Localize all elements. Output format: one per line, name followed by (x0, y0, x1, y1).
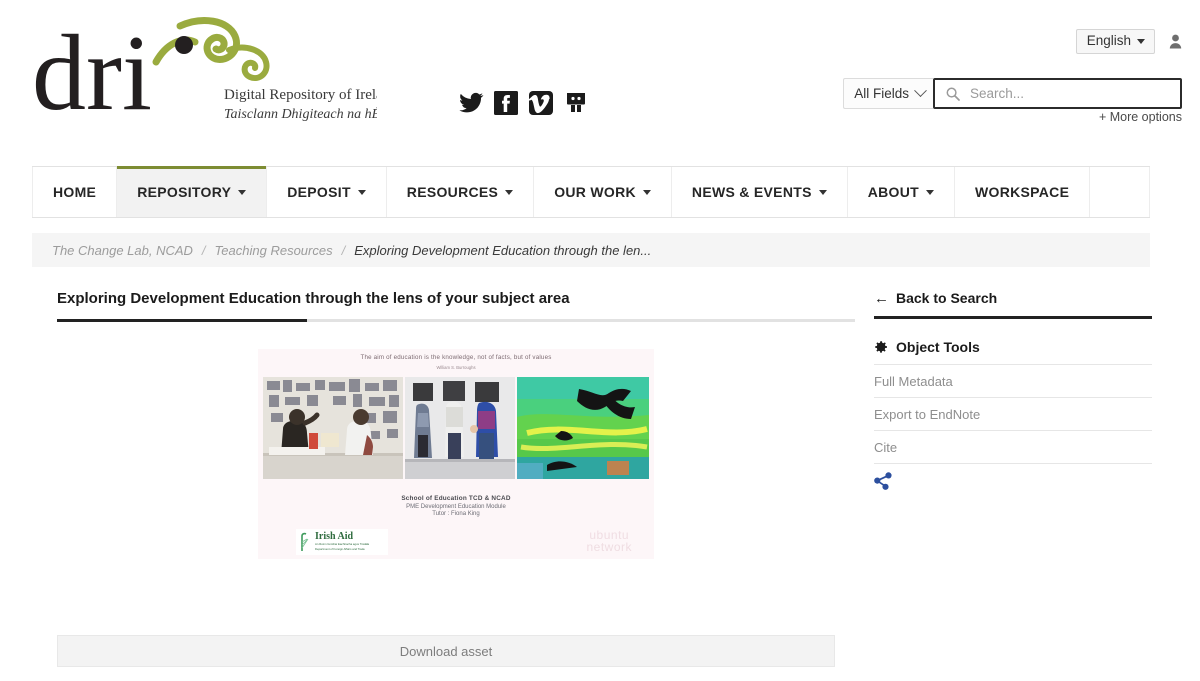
asset-preview[interactable]: The aim of education is the knowledge, n… (57, 349, 855, 559)
gear-icon (874, 340, 888, 354)
chevron-down-icon (1137, 38, 1145, 44)
slide-quote-attribution: William S. Burroughs (436, 365, 476, 370)
object-panel: Exploring Development Education through … (57, 290, 855, 667)
facebook-icon[interactable] (493, 90, 519, 116)
search-bar: All Fields (843, 78, 1182, 109)
back-to-search-link[interactable]: ← Back to Search (874, 290, 1152, 316)
nav-label: WORKSPACE (975, 184, 1070, 200)
header-utility-row: English (1075, 29, 1182, 55)
nav-item-resources[interactable]: RESOURCES (386, 167, 535, 217)
nav-label: HOME (53, 184, 97, 200)
nav-item-our-work[interactable]: OUR WORK (534, 167, 672, 217)
search-scope-label: All Fields (854, 86, 909, 101)
vimeo-icon[interactable] (528, 90, 554, 116)
search-input[interactable] (968, 85, 1172, 102)
main-navigation: HOME REPOSITORY DEPOSIT RESOURCES OUR WO… (32, 166, 1150, 218)
object-sidebar: ← Back to Search Object Tools Full Metad… (874, 290, 1152, 490)
nav-item-news-events[interactable]: NEWS & EVENTS (671, 167, 848, 217)
arrow-left-icon: ← (874, 289, 889, 307)
language-selector[interactable]: English (1075, 29, 1155, 55)
chevron-down-icon (642, 189, 651, 195)
user-icon[interactable] (1169, 34, 1182, 49)
nav-filler (1090, 167, 1150, 217)
sidebar-divider (874, 316, 1152, 319)
slideshare-icon[interactable] (563, 90, 589, 116)
slide-credit-module: PME Development Education Module (406, 504, 506, 510)
language-label: English (1086, 33, 1131, 48)
search-input-wrapper[interactable] (933, 78, 1182, 109)
chevron-down-icon (505, 189, 514, 195)
chevron-down-icon (238, 189, 247, 195)
slide-photo-box-heads (405, 377, 515, 479)
nav-item-about[interactable]: ABOUT (847, 167, 956, 217)
nav-label: OUR WORK (554, 184, 636, 200)
irish-aid-logo: Irish Aid An Roinn Gnóthaí Eachtracha ag… (296, 529, 388, 555)
breadcrumb-item-subcollection[interactable]: Teaching Resources (215, 243, 333, 258)
download-asset-label: Download asset (399, 643, 493, 659)
nav-label: REPOSITORY (137, 184, 232, 200)
share-icon (874, 472, 1152, 490)
svg-text:dri: dri (32, 14, 152, 132)
logo-tagline-en: Digital Repository of Ireland (224, 87, 377, 103)
title-underline (57, 319, 855, 322)
sidebar-item-cite[interactable]: Cite (874, 430, 1152, 463)
breadcrumb: The Change Lab, NCAD / Teaching Resource… (32, 233, 1150, 267)
chevron-down-icon (818, 189, 827, 195)
slide-image: The aim of education is the knowledge, n… (258, 349, 654, 559)
ubuntu-network-logo: ubuntu network (586, 529, 632, 554)
search-icon (946, 87, 960, 101)
object-tools-label: Object Tools (896, 339, 980, 355)
slide-photo-row (263, 377, 649, 479)
back-to-search-label: Back to Search (896, 290, 998, 306)
ubuntu-wordmark-line2: network (586, 540, 632, 554)
more-options-link[interactable]: + More options (1099, 110, 1182, 124)
slide-credits: School of Education TCD & NCAD PME Devel… (258, 495, 654, 517)
nav-item-workspace[interactable]: WORKSPACE (955, 167, 1091, 217)
nav-label: ABOUT (867, 184, 920, 200)
irish-aid-wordmark: Irish Aid (315, 531, 354, 543)
slide-photo-pinboard (263, 377, 403, 479)
breadcrumb-item-current: Exploring Development Education through … (354, 242, 652, 258)
logo-tagline-ga: Taisclann Dhigiteach na hÉireann (224, 105, 377, 122)
nav-item-deposit[interactable]: DEPOSIT (267, 167, 387, 217)
social-links (458, 90, 589, 116)
chevron-down-icon (357, 189, 366, 195)
irish-aid-subline-en: Department of Foreign Affairs and Trade (315, 547, 365, 551)
harp-icon (301, 532, 309, 551)
slide-photo-artwork (517, 377, 649, 479)
page-title: Exploring Development Education through … (57, 290, 570, 307)
chevron-down-icon (926, 189, 935, 195)
breadcrumb-separator: / (201, 242, 206, 258)
site-header: dri Digital Repository of Ireland Taiscl… (0, 0, 1200, 165)
share-button[interactable] (874, 463, 1152, 490)
object-tools-heading: Object Tools (874, 339, 1152, 364)
nav-label: NEWS & EVENTS (691, 184, 812, 200)
nav-label: DEPOSIT (287, 184, 351, 200)
sidebar-item-export-endnote[interactable]: Export to EndNote (874, 397, 1152, 430)
sidebar-item-full-metadata[interactable]: Full Metadata (874, 364, 1152, 397)
breadcrumb-item-collection[interactable]: The Change Lab, NCAD (52, 243, 193, 258)
breadcrumb-separator: / (341, 242, 346, 258)
chevron-down-icon (914, 84, 927, 98)
logo-graphic: dri Digital Repository of Ireland Taiscl… (32, 14, 377, 132)
search-scope-select[interactable]: All Fields (843, 78, 933, 109)
nav-item-repository[interactable]: REPOSITORY (117, 166, 268, 217)
site-logo[interactable]: dri Digital Repository of Ireland Taiscl… (32, 14, 377, 132)
slide-credit-school: School of Education TCD & NCAD (401, 495, 511, 502)
download-asset-button[interactable]: Download asset (57, 635, 835, 667)
twitter-icon[interactable] (458, 90, 484, 116)
slide-quote: The aim of education is the knowledge, n… (360, 354, 552, 361)
nav-item-home[interactable]: HOME (32, 167, 118, 217)
nav-label: RESOURCES (406, 184, 499, 200)
slide-credit-tutor: Tutor : Fiona King (432, 511, 480, 517)
